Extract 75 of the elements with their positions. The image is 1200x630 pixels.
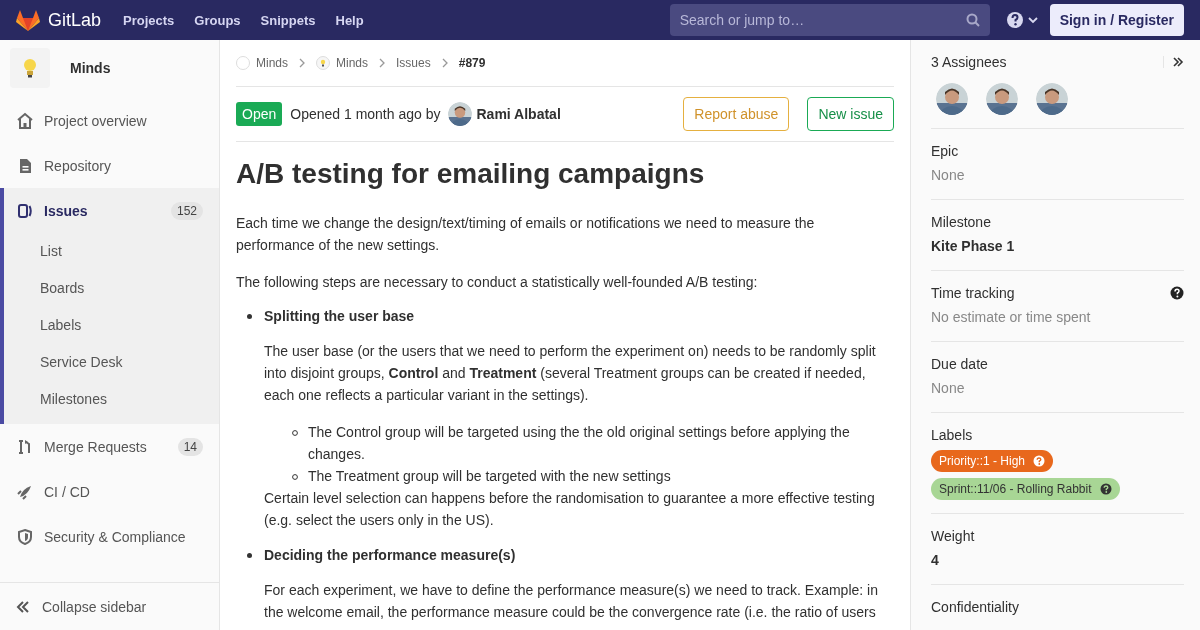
bullet-icon [292, 474, 298, 480]
section-value: Kite Phase 1 [931, 237, 1016, 256]
section-title: 3 Assignees [931, 54, 1007, 70]
author-link[interactable]: Rami Albatal [448, 102, 561, 126]
paragraph: Certain level selection can happens before the randomisation to guarantee a more effective testing (e.g. select the users only in the US). [264, 489, 876, 530]
breadcrumb-link[interactable]: #879 [458, 56, 486, 70]
section-value: 4 [931, 551, 940, 570]
search-icon [965, 13, 980, 27]
sidebar-subitem[interactable]: Boards [4, 270, 219, 307]
step-title: Splitting the user base [264, 308, 415, 324]
sign-in-button[interactable]: Sign in / Register [1049, 4, 1184, 36]
double-chevron-icon [1172, 56, 1184, 68]
shield-icon [16, 527, 34, 546]
list-item-text: The Treatment group will be targeted with the new settings [308, 467, 671, 486]
nav-link[interactable]: Snippets [260, 12, 316, 28]
sidebar-subitem[interactable]: List [4, 233, 219, 270]
sidebar-item[interactable]: Issues 152 [4, 188, 219, 233]
section-title: Milestone [931, 214, 991, 230]
bullet-icon [292, 430, 298, 436]
collapse-sidebar-button[interactable] [1163, 56, 1184, 68]
house-icon [16, 111, 34, 130]
paragraph: For each experiment, we have to define the performance measure(s) we need to track. Example: in the welcome email, the performance measure could be the convergence rate (i.e. the ratio of users [264, 581, 879, 622]
count-badge: 14 [177, 437, 203, 456]
paragraph: The following steps are necessary to conduct a statistically well-founded A/B testing: [236, 273, 759, 292]
sidebar-item[interactable]: Merge Requests 14 [4, 424, 219, 469]
lightbulb-icon [22, 58, 38, 78]
bullet-icon [247, 552, 252, 558]
label-tag[interactable]: Sprint::11/06 - Rolling Rabbit [931, 478, 1120, 500]
status-badge: Open [236, 102, 283, 126]
nav-link[interactable]: Projects [123, 12, 175, 28]
section-title: Due date [931, 356, 988, 372]
search-field[interactable]: Search or jump to… [669, 4, 990, 36]
count-badge: 152 [170, 201, 203, 220]
paragraph: Each time we change the design/text/timing of emails or notifications we need to measure the performance of the new settings. [236, 214, 816, 255]
sidebar-subitem[interactable]: Milestones [4, 381, 219, 418]
paragraph: The user base (or the users that we need to perform the experiment on) needs to be randomly split into disjoint groups, Control and Treatment (several Treatment groups can be created if needed, each one reflects a particular variant in the settings). [264, 342, 877, 405]
brand-name[interactable]: GitLab [48, 9, 102, 31]
issues-icon [16, 201, 34, 220]
help-icon [1099, 483, 1112, 495]
breadcrumb-link[interactable]: Minds [236, 56, 288, 70]
step-title: Deciding the performance measure(s) [264, 547, 516, 563]
section-value: None [931, 379, 966, 398]
breadcrumb-link[interactable]: Minds [316, 56, 369, 70]
help-dropdown[interactable] [1005, 11, 1040, 29]
section-title: Labels [931, 427, 973, 443]
chevron-icon [378, 58, 387, 68]
help-icon [1033, 455, 1046, 467]
section-title: Confidentiality [931, 599, 1019, 615]
section-value: No estimate or time spent [931, 308, 1092, 327]
new-issue-button[interactable]: New issue [807, 97, 894, 131]
breadcrumb-link[interactable]: Issues [396, 56, 431, 70]
sidebar-item[interactable]: Repository [4, 143, 219, 188]
sidebar-subitem[interactable]: Service Desk [4, 344, 219, 381]
fox-logo-icon [16, 9, 40, 31]
chevron-icon [440, 58, 449, 68]
nav-link[interactable]: Groups [194, 12, 241, 28]
sidebar-subitem[interactable]: Labels [4, 307, 219, 344]
section-title: Time tracking [931, 285, 1015, 301]
chevron-icon [298, 58, 306, 68]
sidebar-item[interactable]: Project overview [4, 98, 219, 143]
list-item-text: The Control group will be targeted using the the old original settings before applying the changes. [308, 423, 851, 464]
collapse-sidebar-button[interactable]: Collapse sidebar [16, 598, 147, 615]
issue-title: A/B testing for emailing campaigns [236, 158, 706, 190]
section-value: None [931, 166, 966, 185]
section-title: Epic [931, 143, 959, 159]
opened-text: Opened 1 month ago by [290, 106, 441, 122]
project-name[interactable]: Minds [70, 60, 111, 76]
group-avatar-icon [236, 56, 250, 70]
lightbulb-icon [316, 56, 330, 70]
nav-link[interactable]: Help [335, 12, 364, 28]
double-chevron-icon [16, 599, 30, 614]
bullet-icon [247, 313, 252, 319]
section-title: Weight [931, 528, 975, 544]
sidebar-item[interactable]: CI / CD [4, 469, 219, 514]
sidebar-item[interactable]: Security & Compliance [4, 514, 219, 559]
